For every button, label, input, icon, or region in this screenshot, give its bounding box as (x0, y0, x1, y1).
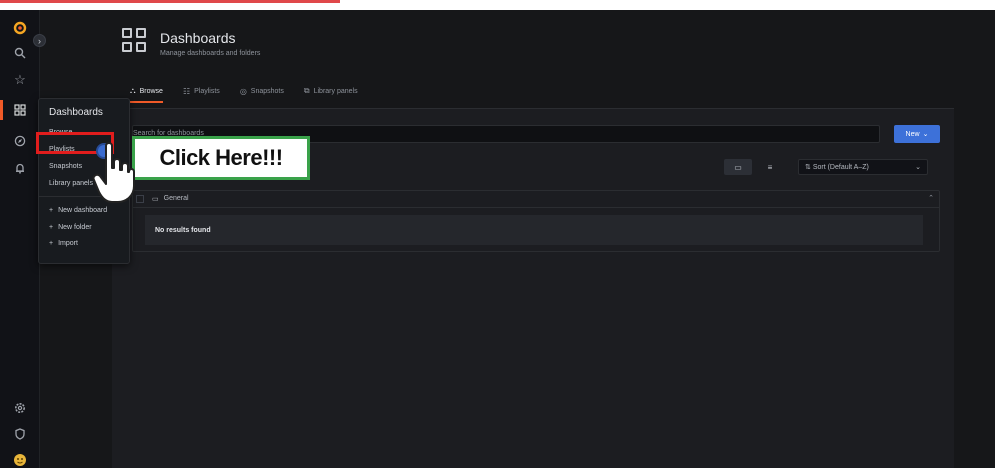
folder-checkbox[interactable] (136, 194, 144, 203)
hand-pointer-icon (92, 142, 135, 203)
playlist-icon: ☷ (182, 86, 191, 96)
tab-label: Library panels (313, 87, 358, 95)
gear-icon[interactable] (10, 398, 30, 418)
avatar-icon[interactable] (10, 450, 30, 468)
plus-icon: + (49, 240, 54, 247)
dashboards-header-icon (122, 28, 148, 54)
list-view-button[interactable]: ≡ (756, 159, 784, 175)
flyout-action-import[interactable]: + Import (49, 240, 78, 247)
folder-icon: ▭ (152, 195, 159, 203)
side-menu: ☆ (0, 10, 40, 468)
folder-view-button[interactable]: ▭ (724, 159, 752, 175)
tab-label: Snapshots (250, 87, 284, 95)
click-here-callout: Click Here!!! (132, 136, 310, 180)
plus-icon: + (49, 207, 54, 214)
tab-label: Playlists (194, 87, 220, 95)
plus-icon: + (49, 224, 54, 231)
action-label: New folder (58, 224, 92, 231)
folder-icon: ▭ (734, 162, 742, 172)
compass-icon[interactable] (10, 131, 30, 151)
flyout-item-snapshots[interactable]: Snapshots (49, 163, 82, 170)
expand-menu-button[interactable]: › (33, 34, 46, 47)
action-label: Import (58, 240, 78, 247)
dashboards-icon[interactable] (10, 100, 30, 120)
grafana-logo-icon[interactable] (10, 18, 30, 38)
tab-snapshots[interactable]: ◎ Snapshots (240, 83, 284, 99)
chevron-down-icon: ⌄ (915, 164, 921, 171)
sitemap-icon: ⛬ (130, 86, 136, 95)
page-subtitle: Manage dashboards and folders (160, 50, 261, 57)
top-accent-bar (0, 0, 340, 3)
tab-label: Browse (139, 87, 163, 95)
action-label: New dashboard (58, 207, 108, 214)
bell-icon[interactable] (10, 158, 30, 178)
sort-icon: ⇅ (805, 164, 813, 171)
flyout-action-new-dashboard[interactable]: + New dashboard (49, 207, 107, 214)
search-icon[interactable] (10, 43, 30, 63)
chevron-down-icon: ⌄ (922, 131, 929, 138)
grafana-app: ☆ › Dashboards Manage dashboards and fol… (0, 10, 995, 468)
tab-library-panels[interactable]: ⧉ Library panels (304, 83, 358, 99)
new-button-label: New (905, 130, 920, 138)
shield-icon[interactable] (10, 424, 30, 444)
folder-name: General (163, 195, 189, 202)
sort-label: Sort (Default A–Z) (812, 164, 869, 171)
active-indicator (0, 100, 3, 120)
list-icon: ≡ (767, 162, 773, 172)
folder-row-general[interactable]: ▭ General ⌃ (132, 190, 940, 208)
library-icon: ⧉ (303, 86, 310, 95)
flyout-heading[interactable]: Dashboards (49, 107, 103, 118)
tab-browse[interactable]: ⛬ Browse (130, 83, 163, 103)
new-button[interactable]: New ⌄ (894, 125, 940, 143)
page-tabs: ⛬ Browse ☷ Playlists ◎ Snapshots ⧉ Libra… (130, 83, 358, 103)
camera-icon: ◎ (239, 86, 247, 96)
chevron-up-icon[interactable]: ⌃ (928, 194, 934, 202)
sort-select[interactable]: ⇅ Sort (Default A–Z) ⌄ (798, 159, 928, 175)
flyout-item-library-panels[interactable]: Library panels (49, 180, 93, 187)
flyout-action-new-folder[interactable]: + New folder (49, 224, 92, 231)
page-title: Dashboards (160, 30, 236, 46)
empty-state: No results found (145, 215, 923, 245)
star-icon[interactable]: ☆ (10, 70, 30, 90)
tab-playlists[interactable]: ☷ Playlists (183, 83, 220, 99)
